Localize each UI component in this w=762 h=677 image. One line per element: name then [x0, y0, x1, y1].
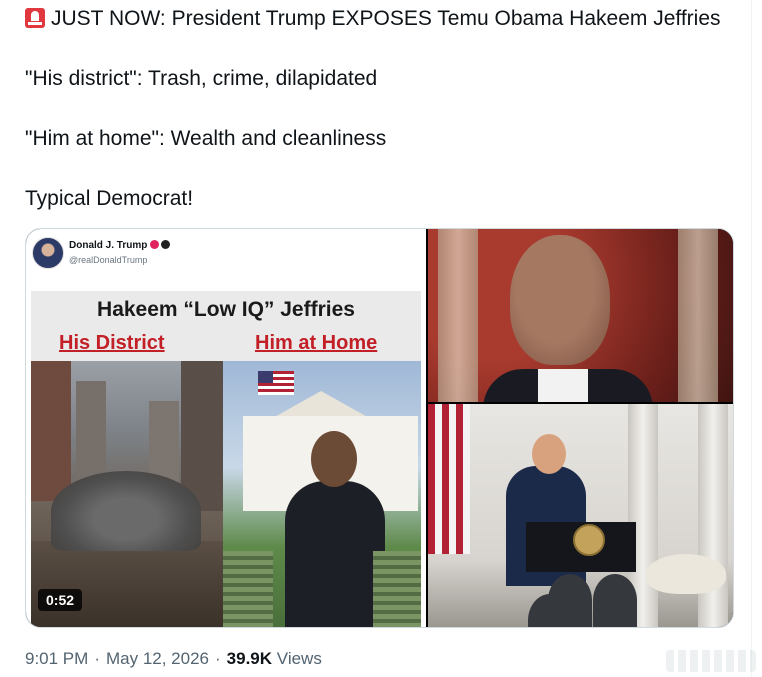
- tweet-line-1: JUST NOW: President Trump EXPOSES Temu O…: [25, 6, 745, 32]
- embedded-post-name: Donald J. Trump: [69, 240, 171, 251]
- cowboy-hat: [646, 554, 726, 594]
- embedded-post-header: Donald J. Trump @realDonaldTrump: [32, 237, 412, 273]
- tweet-date[interactable]: May 12, 2026: [106, 649, 209, 668]
- verified-badge-icon: [150, 240, 160, 249]
- timeline-divider: [751, 0, 752, 677]
- flag-icon: [428, 404, 470, 554]
- embedded-post-handle: @realDonaldTrump: [69, 255, 148, 265]
- card-label-home: Him at Home: [255, 332, 378, 354]
- tweet-line-3: "Him at home": Wealth and cleanliness: [25, 127, 387, 150]
- tweet-line-2: "His district": Trash, crime, dilapidate…: [25, 67, 378, 90]
- card-title: Hakeem “Low IQ” Jeffries: [97, 298, 355, 321]
- faded-action-icons: [666, 650, 756, 672]
- card-label-district: His District: [59, 332, 165, 354]
- tweet-time[interactable]: 9:01 PM: [25, 649, 88, 668]
- video-media[interactable]: Donald J. Trump @realDonaldTrump Hakeem …: [25, 228, 734, 628]
- plus-badge-icon: [161, 240, 171, 249]
- tweet-meta: 9:01 PM · May 12, 2026 · 39.9K Views: [25, 649, 322, 668]
- views-count: 39.9K: [226, 649, 273, 668]
- presidential-seal-icon: [573, 524, 605, 556]
- rose-garden-photo: [428, 404, 733, 627]
- embedded-post-image: Donald J. Trump @realDonaldTrump Hakeem …: [26, 229, 426, 627]
- district-scene-image: [31, 361, 223, 627]
- video-duration-badge: 0:52: [38, 589, 83, 611]
- avatar: [32, 237, 64, 269]
- tweet-line-4: Typical Democrat!: [25, 187, 194, 210]
- jeffries-photo: [428, 229, 733, 402]
- home-scene-image: [223, 361, 421, 627]
- views-label: Views: [276, 649, 322, 668]
- siren-icon: [25, 8, 45, 28]
- comparison-card: Hakeem “Low IQ” Jeffries His District Hi…: [31, 291, 421, 627]
- tweet-text: JUST NOW: President Trump EXPOSES Temu O…: [25, 6, 745, 212]
